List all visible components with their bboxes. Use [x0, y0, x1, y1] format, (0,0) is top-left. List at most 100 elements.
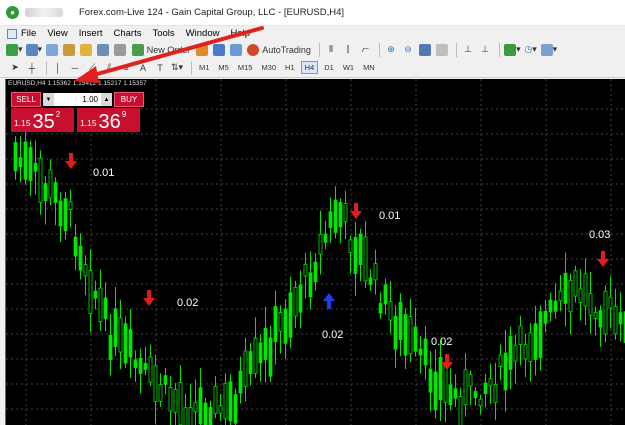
timeframe-m15[interactable]: M15 [235, 62, 256, 73]
terminal-icon [97, 43, 110, 56]
indicators-button[interactable]: ▾ [504, 43, 521, 57]
candle-body [168, 387, 173, 412]
horizontal-line-button[interactable]: ─ [68, 61, 82, 75]
menu-charts[interactable]: Charts [114, 28, 142, 39]
expert-button[interactable] [229, 43, 243, 57]
trendline-icon: ⟋ [88, 62, 96, 72]
menu-view[interactable]: View [47, 28, 67, 39]
candle-body [303, 263, 308, 277]
buy-price[interactable]: 1.15 36 9 [77, 108, 140, 132]
sell-button[interactable]: SELL [11, 92, 41, 107]
crosshair-move-icon [63, 43, 76, 56]
period-separator-icon: ⊥ [464, 44, 472, 54]
tile-windows-button[interactable] [418, 43, 432, 57]
periods-button[interactable]: ◷ ▾ [524, 43, 538, 57]
candle-body [53, 182, 58, 203]
autotrading-button[interactable]: AutoTrading [246, 43, 312, 57]
candle-body [273, 306, 278, 342]
candle-body [558, 290, 563, 302]
candle-body [183, 407, 188, 425]
timeframe-w1[interactable]: W1 [340, 62, 357, 73]
candle-body [38, 157, 43, 203]
navigator-icon [80, 43, 93, 56]
templates-button[interactable]: ▾ [540, 43, 557, 57]
period-separator-button[interactable]: ⊥ [461, 43, 475, 57]
candle-body [583, 273, 588, 307]
sell-price-pips: 35 [32, 111, 55, 133]
vertical-line-button[interactable]: │ [51, 61, 65, 75]
timeframe-m30[interactable]: M30 [258, 62, 279, 73]
candle-body [523, 344, 528, 360]
candle-body [153, 365, 158, 402]
menu-insert[interactable]: Insert [79, 28, 103, 39]
bar-chart-button[interactable]: ⫴ [324, 43, 338, 57]
sell-price[interactable]: 1.15 35 2 [11, 108, 74, 132]
new-order-icon [131, 43, 144, 56]
candle-body [238, 370, 243, 394]
profiles-button[interactable]: ▾ [25, 43, 42, 57]
candle-body [58, 200, 63, 227]
timeframe-h1[interactable]: H1 [282, 62, 298, 73]
candle-body [138, 357, 143, 374]
signals-button[interactable] [212, 43, 226, 57]
new-order-button[interactable]: New Order [130, 43, 192, 57]
trendline-button[interactable]: ⟋ [85, 61, 99, 75]
candle-body [78, 245, 83, 271]
lot-decrease-icon[interactable]: ▼ [43, 93, 54, 106]
navigator-button[interactable] [79, 43, 93, 57]
candle-body [338, 202, 343, 228]
menu-help[interactable]: Help [230, 28, 250, 39]
lot-size-input[interactable]: ▼ 1.00 ▲ [43, 93, 112, 106]
text-label-button[interactable]: T [153, 61, 167, 75]
timeframe-d1[interactable]: D1 [321, 62, 337, 73]
candle-body [348, 239, 353, 253]
terminal-button[interactable] [96, 43, 110, 57]
data-window-button[interactable] [62, 43, 76, 57]
zoom-in-button[interactable]: ⊕ [384, 43, 398, 57]
lot-label: 0.01 [93, 167, 115, 179]
candle-body [353, 237, 358, 274]
line-chart-button[interactable]: ⦧ [358, 43, 372, 57]
market-watch-button[interactable] [45, 43, 59, 57]
timeframe-mn[interactable]: MN [360, 62, 378, 73]
candle-body [233, 394, 238, 424]
text-button[interactable]: A [136, 61, 150, 75]
window-title: Forex.com-Live 124 - Gain Capital Group,… [79, 7, 345, 18]
strategy-tester-button[interactable] [113, 43, 127, 57]
text-label-icon: T [157, 62, 163, 73]
menu-window[interactable]: Window [186, 28, 220, 39]
cursor-button[interactable]: ➤ [8, 61, 22, 75]
price-chart[interactable]: EURUSD,H4 1.15362 1.15412 1.15217 1.1535… [5, 79, 625, 425]
candle-body [208, 407, 213, 425]
candle-body [28, 147, 33, 181]
fibonacci-button[interactable]: ≡ [119, 61, 133, 75]
sell-price-prefix: 1.15 [14, 118, 31, 128]
crosshair-button[interactable]: ┼ [25, 61, 39, 75]
candle-body [298, 284, 303, 313]
autoscroll-button[interactable]: ⊥ [478, 43, 492, 57]
arrows-button[interactable]: ⇅▾ [170, 61, 184, 75]
timeframe-m5[interactable]: M5 [215, 62, 231, 73]
candlestick-button[interactable]: ⫿ [341, 43, 355, 57]
channel-button[interactable]: ⫽ [102, 61, 116, 75]
chart-shift-button[interactable] [435, 43, 449, 57]
new-chart-button[interactable]: ▾ [6, 43, 23, 57]
candle-body [408, 316, 413, 355]
candle-body [418, 348, 423, 356]
candle-body [98, 287, 103, 322]
timeframe-h4[interactable]: H4 [300, 61, 319, 74]
candle-body [83, 264, 88, 277]
candle-body [288, 292, 293, 338]
metaeditor-button[interactable] [195, 43, 209, 57]
zoom-out-button[interactable]: ⊖ [401, 43, 415, 57]
candle-body [363, 236, 368, 282]
buy-button[interactable]: BUY [114, 92, 144, 107]
timeframe-m1[interactable]: M1 [196, 62, 212, 73]
menu-tools[interactable]: Tools [152, 28, 174, 39]
title-bar: ● Forex.com-Live 124 - Gain Capital Grou… [0, 0, 625, 26]
lot-increase-icon[interactable]: ▲ [101, 93, 112, 106]
candle-body [478, 398, 483, 407]
menu-file[interactable]: File [21, 28, 36, 39]
buy-price-point: 9 [121, 110, 127, 119]
candle-body [278, 312, 283, 332]
